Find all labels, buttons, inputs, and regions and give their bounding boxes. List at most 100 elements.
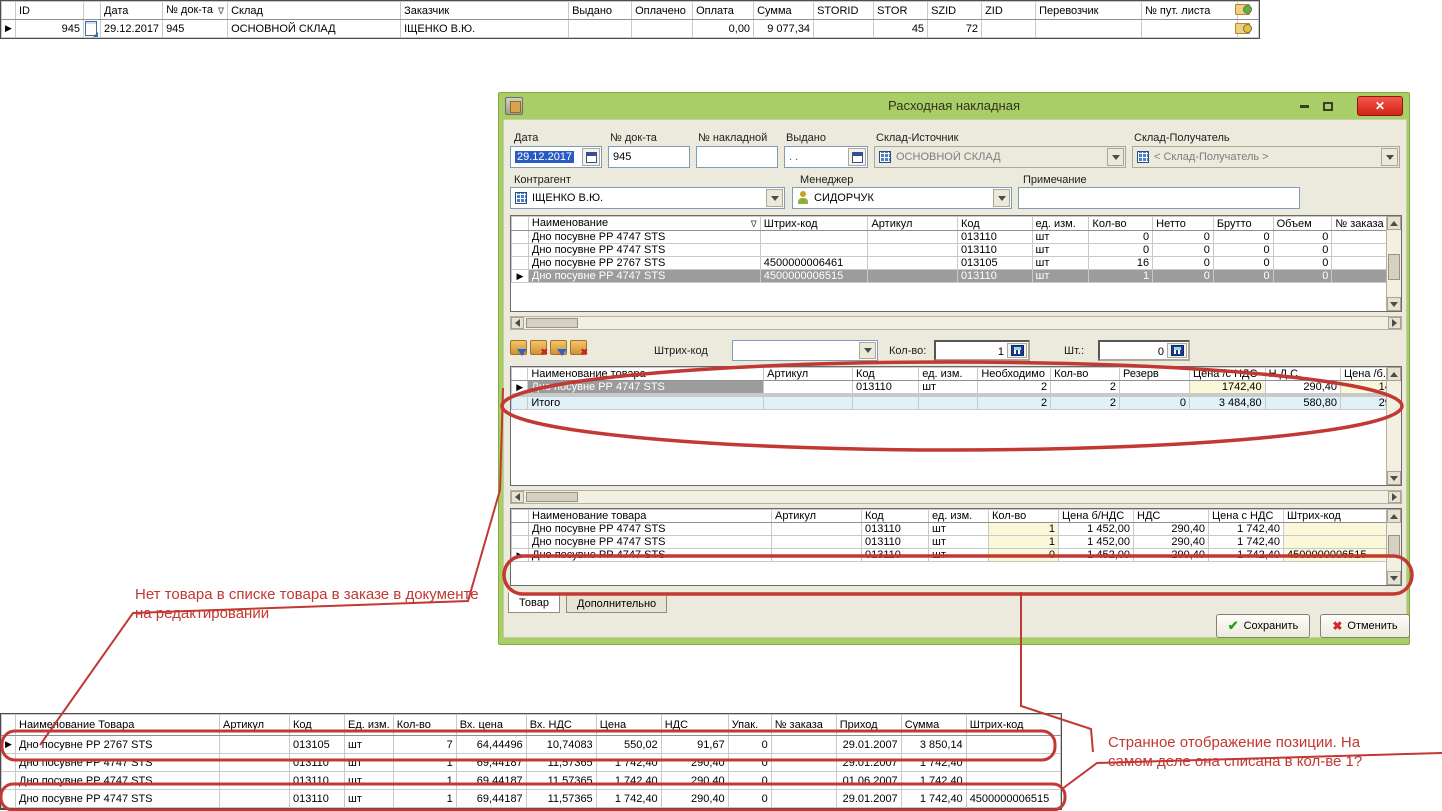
remove-all-icon[interactable]: ✖ — [570, 340, 587, 355]
grid-row[interactable]: Дно посувне РР 4747 STS013110шт0000 — [512, 244, 1401, 257]
column-header[interactable]: Заказчик — [401, 2, 569, 20]
grid-cell[interactable]: 290,40 — [1134, 549, 1209, 562]
grid-cell[interactable]: 4500000006461 — [760, 257, 868, 270]
dialog-titlebar[interactable]: Расходная накладная ✕ — [499, 93, 1409, 119]
column-header[interactable]: Штрих-код — [1284, 510, 1389, 523]
grid-cell[interactable] — [771, 790, 836, 808]
grid-cell[interactable]: 0 — [1273, 270, 1332, 283]
grid-cell[interactable]: Дно посувне РР 4747 STS — [528, 381, 764, 394]
grid-cell[interactable]: 290,40 — [1134, 536, 1209, 549]
grid-cell[interactable]: шт — [345, 772, 394, 790]
grid-cell[interactable] — [632, 20, 693, 38]
column-header[interactable]: Выдано — [569, 2, 632, 20]
grid-cell[interactable]: 0 — [728, 790, 771, 808]
scroll-thumb[interactable] — [1388, 535, 1400, 557]
items-vertical-scrollbar[interactable] — [1386, 367, 1401, 485]
column-header[interactable]: Приход — [836, 715, 901, 736]
grid-cell[interactable]: 1 742,40 — [901, 790, 966, 808]
date-field[interactable]: 29.12.2017 — [510, 146, 602, 168]
grid-cell[interactable]: 0 — [728, 736, 771, 754]
grid-cell[interactable]: 11,57365 — [526, 772, 596, 790]
grid-cell[interactable]: 1 742,40 — [596, 790, 661, 808]
grid-row[interactable]: Дно посувне РР 4747 STS013110шт11 452,00… — [512, 536, 1389, 549]
grid-cell[interactable] — [771, 736, 836, 754]
grid-cell[interactable]: Итого — [528, 397, 764, 410]
scroll-down-button[interactable] — [1387, 297, 1401, 311]
grid-cell[interactable]: 0 — [1213, 257, 1273, 270]
grid-cell[interactable] — [853, 397, 919, 410]
grid-cell[interactable]: 013110 — [853, 381, 919, 394]
close-button[interactable]: ✕ — [1357, 96, 1403, 116]
grid-cell[interactable] — [760, 231, 868, 244]
writeoff-vertical-scrollbar[interactable] — [1386, 509, 1401, 585]
grid-cell[interactable]: 0 — [1153, 244, 1214, 257]
add-all-icon[interactable] — [550, 340, 567, 355]
column-header[interactable] — [84, 2, 101, 20]
tab-tovar[interactable]: Товар — [508, 592, 560, 613]
date-picker-button[interactable] — [582, 148, 600, 166]
column-header[interactable]: Сумма — [901, 715, 966, 736]
grid-cell[interactable] — [919, 397, 978, 410]
contractor-dropdown-button[interactable] — [766, 189, 783, 207]
grid-cell[interactable]: 1 452,00 — [1059, 523, 1134, 536]
grid-cell[interactable]: 1 — [393, 754, 456, 772]
grid-cell[interactable]: 4500000006515 — [966, 790, 1060, 808]
orders-table[interactable]: Наименование∇Штрих-кодАртикулКодед. изм.… — [511, 216, 1401, 283]
warehouse-dest-combo[interactable]: < Склад-Получатель > — [1132, 146, 1400, 168]
column-header[interactable]: Ед. изм. — [345, 715, 394, 736]
grid-cell[interactable]: 69,44187 — [456, 790, 526, 808]
column-header[interactable]: Кол-во — [1089, 217, 1153, 231]
grid-cell[interactable]: Дно посувне РР 4747 STS — [528, 231, 760, 244]
grid-cell[interactable]: шт — [929, 536, 989, 549]
orders-grid[interactable]: Наименование∇Штрих-кодАртикулКодед. изм.… — [510, 215, 1402, 312]
grid-cell[interactable] — [1120, 381, 1190, 394]
invoice-no-field[interactable] — [696, 146, 778, 168]
grid-cell[interactable]: 1 742,40 — [596, 772, 661, 790]
grid-cell[interactable]: 4500000006515 — [1284, 549, 1389, 562]
grid-cell[interactable]: 3 484,80 — [1189, 397, 1265, 410]
column-header[interactable]: № док-та∇ — [163, 2, 228, 20]
grid-cell[interactable] — [220, 736, 290, 754]
grid-cell[interactable]: 0 — [1273, 257, 1332, 270]
scroll-left-button[interactable] — [511, 317, 524, 329]
grid-row[interactable]: ▶Дно посувне РР 4747 STS013110шт221742,4… — [512, 381, 1401, 394]
barcode-dropdown-button[interactable] — [859, 342, 876, 359]
cancel-button[interactable]: ✖ Отменить — [1320, 614, 1410, 638]
grid-cell[interactable]: Дно посувне РР 4747 STS — [529, 536, 772, 549]
grid-cell[interactable] — [1284, 536, 1389, 549]
column-header[interactable]: Кол-во — [393, 715, 456, 736]
grid-cell[interactable]: 3 850,14 — [901, 736, 966, 754]
column-header[interactable]: Вх. цена — [456, 715, 526, 736]
grid-row[interactable]: Дно посувне РР 2767 STS45000000064610131… — [512, 257, 1401, 270]
grid-cell[interactable]: 1 — [393, 772, 456, 790]
grid-cell[interactable]: шт — [345, 754, 394, 772]
grid-cell[interactable]: шт — [929, 523, 989, 536]
writeoff-table[interactable]: Наименование товараАртикулКодед. изм.Кол… — [511, 509, 1389, 562]
grid-cell[interactable] — [1332, 244, 1387, 257]
grid-cell[interactable] — [966, 772, 1060, 790]
grid-cell[interactable]: 945 — [16, 20, 84, 38]
grid-cell[interactable]: 0,00 — [693, 20, 754, 38]
grid-cell[interactable] — [982, 20, 1036, 38]
column-header[interactable]: ед. изм. — [929, 510, 989, 523]
scroll-thumb[interactable] — [1388, 254, 1400, 280]
grid-cell[interactable]: Дно посувне РР 4747 STS — [16, 754, 220, 772]
grid-cell[interactable]: 0 — [1153, 257, 1214, 270]
documents-grid[interactable]: IDДата№ док-та∇СкладЗаказчикВыданоОплаче… — [0, 0, 1260, 39]
grid-cell[interactable]: 0 — [1273, 244, 1332, 257]
column-header[interactable]: НДС — [1134, 510, 1209, 523]
grid-cell[interactable]: 0 — [1273, 231, 1332, 244]
grid-cell[interactable] — [220, 754, 290, 772]
items-grid[interactable]: Наименование товараАртикулКодед. изм.Нео… — [510, 366, 1402, 486]
grid-cell[interactable]: 16 — [1089, 257, 1153, 270]
grid-cell[interactable]: 29.01.2007 — [836, 754, 901, 772]
grid-cell[interactable] — [764, 381, 853, 394]
grid-cell[interactable]: 1 742,40 — [1209, 523, 1284, 536]
grid-cell[interactable]: 7 — [393, 736, 456, 754]
column-header[interactable]: Цена — [596, 715, 661, 736]
grid-row[interactable]: Дно посувне РР 4747 STS013110шт11 452,00… — [512, 523, 1389, 536]
column-header[interactable]: Код — [290, 715, 345, 736]
grid-cell[interactable]: 0 — [1213, 270, 1273, 283]
grid-cell[interactable]: Дно посувне РР 4747 STS — [529, 523, 772, 536]
quantity-calculator-button[interactable] — [1007, 343, 1027, 358]
